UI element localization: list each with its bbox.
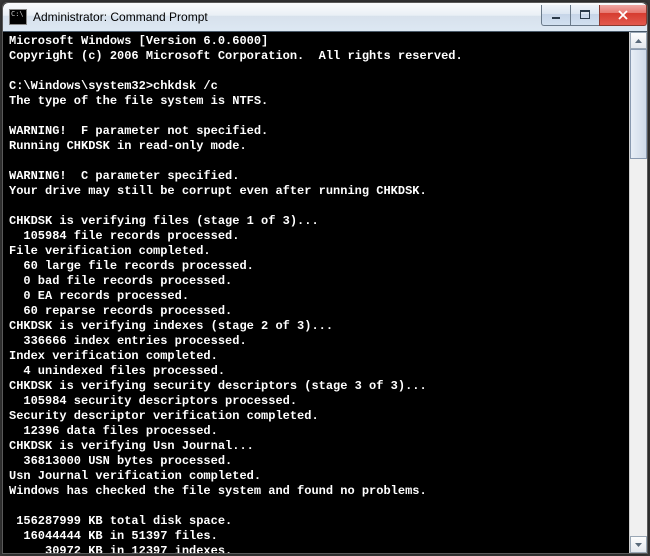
terminal-line: CHKDSK is verifying files (stage 1 of 3)…	[9, 214, 629, 229]
scroll-down-button[interactable]	[630, 536, 647, 553]
terminal-line: 0 EA records processed.	[9, 289, 629, 304]
terminal-line: 336666 index entries processed.	[9, 334, 629, 349]
terminal-output[interactable]: Microsoft Windows [Version 6.0.6000]Copy…	[3, 32, 629, 553]
window-title: Administrator: Command Prompt	[33, 10, 208, 24]
terminal-line	[9, 199, 629, 214]
terminal-line: 60 reparse records processed.	[9, 304, 629, 319]
vertical-scrollbar[interactable]	[629, 32, 647, 553]
titlebar[interactable]: Administrator: Command Prompt	[3, 3, 647, 32]
terminal-line: 4 unindexed files processed.	[9, 364, 629, 379]
terminal-line: WARNING! C parameter specified.	[9, 169, 629, 184]
terminal-line: Your drive may still be corrupt even aft…	[9, 184, 629, 199]
terminal-line	[9, 109, 629, 124]
terminal-line	[9, 499, 629, 514]
terminal-line: CHKDSK is verifying Usn Journal...	[9, 439, 629, 454]
terminal-line: CHKDSK is verifying security descriptors…	[9, 379, 629, 394]
terminal-line: Security descriptor verification complet…	[9, 409, 629, 424]
terminal-line	[9, 64, 629, 79]
terminal-line: 36813000 USN bytes processed.	[9, 454, 629, 469]
command-prompt-window: Administrator: Command Prompt Microsoft …	[2, 2, 648, 554]
terminal-line: The type of the file system is NTFS.	[9, 94, 629, 109]
terminal-line: 105984 security descriptors processed.	[9, 394, 629, 409]
chevron-up-icon	[635, 39, 642, 43]
minimize-button[interactable]	[541, 5, 571, 26]
terminal-line: C:\Windows\system32>chkdsk /c	[9, 79, 629, 94]
terminal-line: Running CHKDSK in read-only mode.	[9, 139, 629, 154]
window-buttons	[542, 5, 647, 25]
minimize-icon	[551, 10, 561, 20]
maximize-button[interactable]	[570, 5, 600, 26]
terminal-line: Windows has checked the file system and …	[9, 484, 629, 499]
terminal-line	[9, 154, 629, 169]
terminal-line: 0 bad file records processed.	[9, 274, 629, 289]
maximize-icon	[580, 10, 590, 20]
terminal-line: Index verification completed.	[9, 349, 629, 364]
terminal-line: 105984 file records processed.	[9, 229, 629, 244]
terminal-line: 16044444 KB in 51397 files.	[9, 529, 629, 544]
terminal-line: Microsoft Windows [Version 6.0.6000]	[9, 34, 629, 49]
terminal-line: File verification completed.	[9, 244, 629, 259]
scroll-thumb[interactable]	[630, 49, 647, 159]
terminal-line: Copyright (c) 2006 Microsoft Corporation…	[9, 49, 629, 64]
chevron-down-icon	[635, 543, 642, 547]
terminal-line: 12396 data files processed.	[9, 424, 629, 439]
terminal-line: 60 large file records processed.	[9, 259, 629, 274]
cmd-icon	[9, 9, 27, 25]
terminal-line: WARNING! F parameter not specified.	[9, 124, 629, 139]
terminal-line: 156287999 KB total disk space.	[9, 514, 629, 529]
terminal-line: 30972 KB in 12397 indexes.	[9, 544, 629, 553]
close-icon	[617, 10, 629, 20]
terminal-line: Usn Journal verification completed.	[9, 469, 629, 484]
close-button[interactable]	[599, 5, 647, 26]
client-area: Microsoft Windows [Version 6.0.6000]Copy…	[3, 32, 647, 553]
terminal-line: CHKDSK is verifying indexes (stage 2 of …	[9, 319, 629, 334]
scroll-up-button[interactable]	[630, 32, 647, 49]
